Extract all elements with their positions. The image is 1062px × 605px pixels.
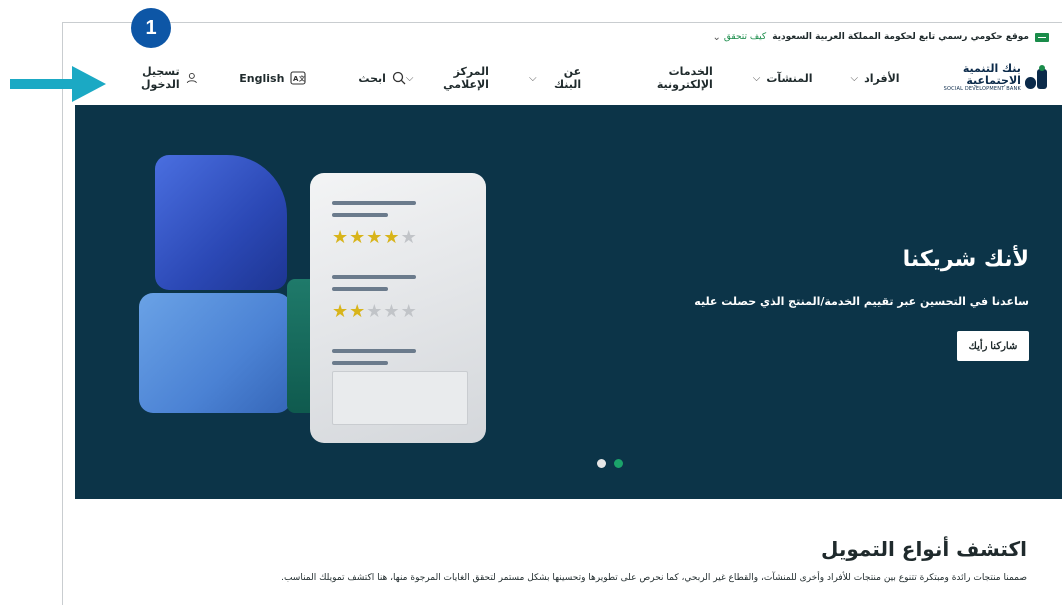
carousel-dots [597,459,623,468]
chevron-down-icon: ⌄ [712,31,721,43]
arrow-right-icon [10,66,106,102]
verify-link-label: كيف تتحقق [723,32,767,42]
nav-item-individuals[interactable]: الأفراد ⌵ [851,72,900,85]
sdb-logo[interactable]: بنك التنمية الاجتماعية SOCIAL DEVELOPMEN… [924,63,1047,93]
chevron-down-icon: ⌵ [405,72,414,84]
rating-stars-icon: ★★★★★ [332,227,418,248]
carousel-dot[interactable] [597,459,606,468]
nav-item-about[interactable]: عن البنك ⌵ [529,65,581,91]
star-icon: ★ [383,301,401,322]
gov-banner-text: موقع حكومي رسمي تابع لحكومة المملكة العر… [772,32,1029,42]
nav-item-enterprises[interactable]: المنشآت ⌵ [753,72,813,85]
nav-item-label: عن البنك [554,65,582,91]
hero-title: لأنك شريكنا [902,247,1029,272]
chevron-down-icon: ⌵ [752,72,761,84]
star-icon: ★ [366,227,384,248]
search-button[interactable]: ابحث [358,71,406,85]
star-icon: ★ [332,227,350,248]
logo-english: SOCIAL DEVELOPMENT BANK [943,86,1021,93]
chevron-down-icon: ⌵ [528,72,537,84]
star-icon: ★ [349,301,367,322]
saudi-flag-icon [1035,32,1049,42]
search-icon [392,71,406,85]
login-button[interactable]: تسجيل الدخول [113,65,197,91]
share-opinion-button[interactable]: شاركنا رأيك [957,331,1029,361]
main-navigation: بنك التنمية الاجتماعية SOCIAL DEVELOPMEN… [63,51,1062,105]
nav-item-media-center[interactable]: المركز الإعلامي ⌵ [406,65,489,91]
hero-subtitle: ساعدنا في التحسين عبر تقييم الخدمة/المنت… [694,295,1029,308]
svg-text:文: 文 [298,75,306,83]
star-icon: ★ [366,301,384,322]
nav-item-label: المركز الإعلامي [443,65,489,91]
illustration-block [139,293,291,413]
translate-icon: A 文 [290,71,306,85]
chevron-down-icon: ⌵ [850,72,859,84]
gov-banner: موقع حكومي رسمي تابع لحكومة المملكة العر… [63,23,1062,51]
illustration-box [332,371,468,425]
nav-item-label: الخدمات الإلكترونية [656,65,713,91]
star-icon: ★ [349,227,367,248]
login-label: تسجيل الدخول [141,65,180,91]
carousel-dot-active[interactable] [614,459,623,468]
star-icon: ★ [400,227,418,248]
step-number-badge: 1 [131,8,171,48]
star-icon: ★ [332,301,350,322]
nav-item-label: المنشآت [766,71,813,85]
star-icon: ★ [400,301,418,322]
language-label: English [239,71,285,85]
rating-card-illustration: ★★★★★ ★★★★★ [310,173,486,443]
star-icon: ★ [383,227,401,248]
illustration-block [155,155,287,290]
verify-link[interactable]: كيف تتحقق ⌄ [713,32,767,43]
search-label: ابحث [358,71,386,85]
rating-stars-icon: ★★★★★ [332,301,418,322]
browser-page: موقع حكومي رسمي تابع لحكومة المملكة العر… [62,22,1062,605]
user-icon [186,72,197,84]
logo-arabic: بنك التنمية الاجتماعية [962,62,1021,88]
hero-banner: ★★★★★ ★★★★★ لأنك شريكنا ساعدنا في التحسي… [75,105,1062,499]
nav-item-eservices[interactable]: الخدمات الإلكترونية [625,65,713,91]
sdb-logo-icon [1025,65,1047,91]
financing-title: اكتشف أنواع التمويل [820,537,1027,561]
financing-description: صممنا منتجات رائدة ومبتكرة تتنوع بين منت… [281,573,1027,583]
nav-item-label: الأفراد [864,71,900,85]
logo-text: بنك التنمية الاجتماعية SOCIAL DEVELOPMEN… [924,63,1021,93]
language-switch[interactable]: English A 文 [239,71,306,85]
